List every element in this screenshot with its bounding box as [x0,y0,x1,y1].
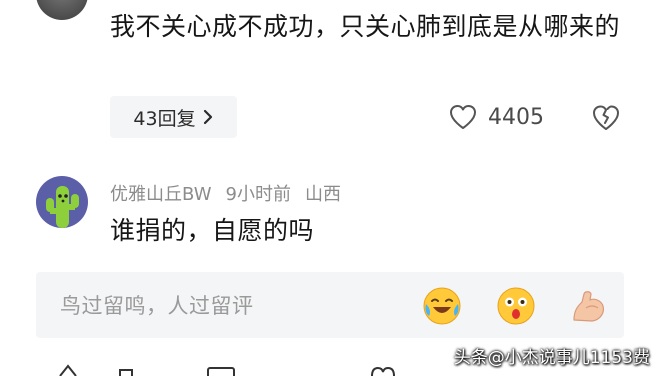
location: 山西 [304,184,341,205]
commenter-avatar[interactable] [36,176,88,228]
toolbar-icon[interactable] [118,362,134,376]
watermark: 头条@小杰说事儿1153费 [453,348,650,368]
shocked-emoji-icon[interactable] [496,286,536,326]
chevron-right-icon [203,109,212,125]
comment-meta: 优雅山丘BW 9小时前 山西 [110,180,341,206]
timestamp: 9小时前 [225,184,291,205]
flexed-biceps-icon[interactable] [568,286,608,326]
comment-icon[interactable] [206,362,236,376]
share-icon[interactable] [58,362,78,376]
like-count: 4405 [488,104,544,130]
username[interactable]: 优雅山丘BW [110,180,212,206]
comment-text: 谁捐的，自愿的吗 [110,216,315,245]
crying-laughing-emoji-icon[interactable] [422,286,462,326]
like-icon[interactable] [368,362,398,376]
comment-input-placeholder: 鸟过留鸣，人过留评 [60,294,254,318]
like-button[interactable]: 4405 [448,98,544,136]
comment-text: 我不关心成不成功，只关心肺到底是从哪来的 [110,12,621,41]
commenter-avatar[interactable] [36,0,88,20]
replies-button[interactable]: 43回复 [110,96,237,138]
cactus-icon [46,186,79,228]
broken-heart-icon[interactable] [590,102,622,132]
replies-label: 43回复 [133,107,196,130]
heart-icon [450,105,476,129]
